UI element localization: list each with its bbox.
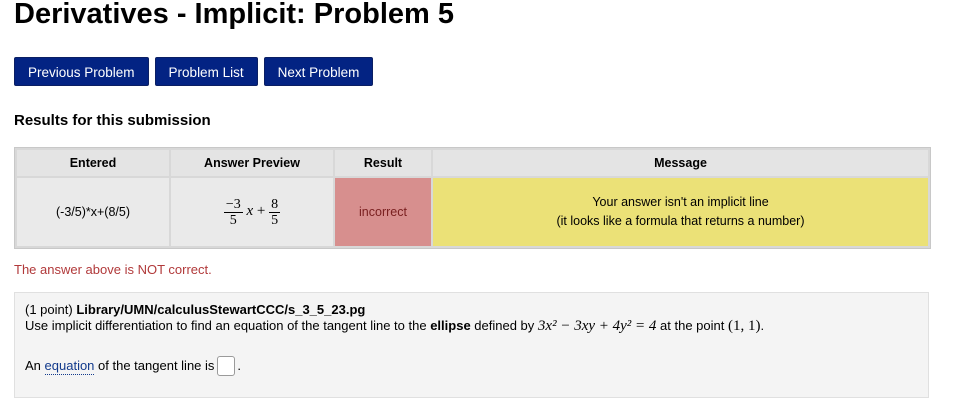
- results-heading: Results for this submission: [14, 112, 211, 129]
- page-title: Derivatives - Implicit: Problem 5: [14, 0, 454, 30]
- result-cell: incorrect: [335, 178, 431, 246]
- message-line: Your answer isn't an implicit line: [592, 195, 769, 209]
- problem-path: Library/UMN/calculusStewartCCC/s_3_5_23.…: [76, 302, 366, 317]
- variable: x: [246, 203, 254, 220]
- fraction: −3 5: [223, 196, 243, 228]
- answer-prefix: An: [25, 358, 41, 373]
- answer-line: An equation of the tangent line is .: [25, 356, 918, 376]
- column-header-result: Result: [335, 150, 431, 176]
- equation-link[interactable]: equation: [44, 358, 95, 375]
- fraction-denominator: 5: [271, 212, 279, 228]
- problem-statement: Use implicit differentiation to find an …: [25, 318, 765, 334]
- answer-preview-math: −3 5 x + 8 5: [223, 197, 281, 228]
- answer-input[interactable]: [217, 356, 236, 376]
- message-line: (it looks like a formula that returns a …: [556, 214, 805, 228]
- column-header-answer-preview: Answer Preview: [171, 150, 333, 176]
- fraction-denominator: 5: [229, 212, 237, 228]
- problem-points: (1 point): [25, 302, 73, 317]
- results-table: Entered Answer Preview Result Message (-…: [14, 147, 931, 249]
- column-header-entered: Entered: [17, 150, 169, 176]
- statement-text: Use implicit differentiation to find an …: [25, 318, 427, 333]
- answer-preview-cell: −3 5 x + 8 5: [171, 178, 333, 246]
- statement-text: at the point: [660, 318, 725, 333]
- fraction-numerator: 8: [269, 196, 281, 213]
- ellipse-equation: 3x² − 3xy + 4y² = 4: [537, 318, 657, 334]
- previous-problem-button[interactable]: Previous Problem: [14, 57, 149, 86]
- operator: +: [256, 203, 266, 220]
- problem-box: (1 point) Library/UMN/calculusStewartCCC…: [14, 292, 929, 398]
- fraction: 8 5: [269, 196, 281, 228]
- problem-nav: Previous Problem Problem List Next Probl…: [14, 57, 374, 86]
- statement-emphasis: ellipse: [430, 318, 471, 333]
- column-header-message: Message: [433, 150, 928, 176]
- statement-text: defined by: [474, 318, 535, 333]
- answer-suffix: of the tangent line is: [98, 358, 215, 373]
- not-correct-message: The answer above is NOT correct.: [14, 262, 212, 277]
- problem-header: (1 point) Library/UMN/calculusStewartCCC…: [25, 302, 918, 318]
- message-cell: Your answer isn't an implicit line (it l…: [433, 178, 928, 246]
- table-row: (-3/5)*x+(8/5) −3 5 x + 8 5 incorrect Yo…: [17, 178, 928, 246]
- results-header-row: Entered Answer Preview Result Message: [17, 150, 928, 176]
- problem-list-button[interactable]: Problem List: [154, 57, 258, 86]
- fraction-numerator: −3: [223, 196, 243, 213]
- entered-cell: (-3/5)*x+(8/5): [17, 178, 169, 246]
- point-coordinates: (1, 1): [728, 318, 761, 334]
- next-problem-button[interactable]: Next Problem: [263, 57, 374, 86]
